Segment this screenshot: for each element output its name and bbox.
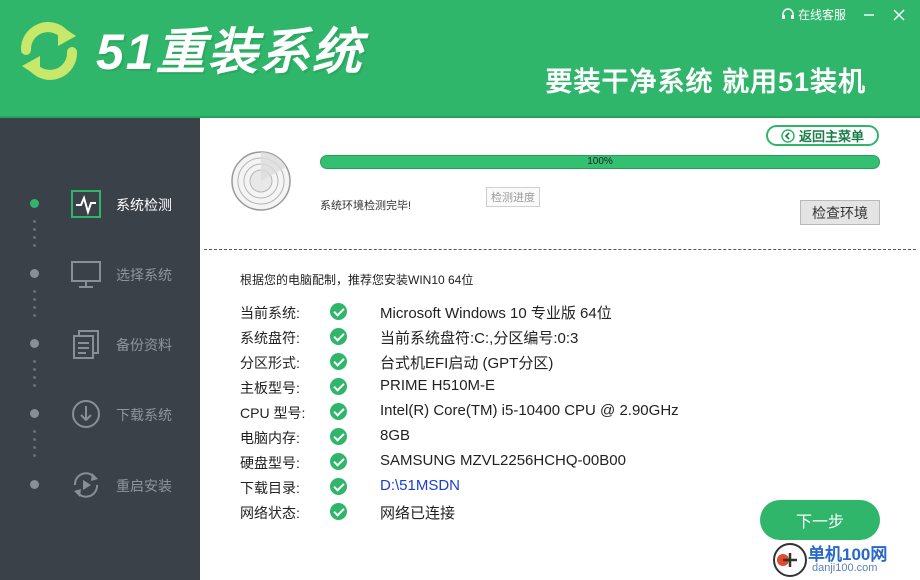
info-row-current-system: 当前系统: Microsoft Windows 10 专业版 64位: [240, 299, 900, 324]
back-to-main-menu-button[interactable]: 返回主菜单: [766, 125, 879, 146]
info-label: CPU 型号:: [240, 405, 306, 421]
info-value: 台式机EFI启动 (GPT分区): [380, 355, 554, 372]
step-connector: [33, 290, 36, 322]
installer-window: 51重装系统 要装干净系统 就用51装机 在线客服 系统检测 选择系统 备份资料…: [0, 0, 920, 580]
detection-progress-bar: 100%: [320, 155, 880, 169]
close-icon: [893, 9, 905, 20]
download-dir-link[interactable]: D:\51MSDN: [380, 477, 460, 494]
step-dot: [30, 409, 39, 418]
step-dot: [30, 269, 39, 278]
check-icon: [330, 453, 347, 470]
info-row-memory: 电脑内存: 8GB: [240, 424, 900, 449]
online-service-button[interactable]: 在线客服: [781, 6, 846, 23]
next-step-button[interactable]: 下一步: [760, 500, 880, 540]
logo-text: 51重装系统: [96, 24, 364, 80]
watermark-url: danji100.com: [812, 562, 878, 574]
check-icon: [330, 353, 347, 370]
info-label: 下载目录:: [240, 480, 300, 496]
info-value: Intel(R) Core(TM) i5-10400 CPU @ 2.90GHz: [380, 402, 679, 419]
minimize-button[interactable]: [862, 8, 876, 22]
check-icon: [330, 378, 347, 395]
info-row-disk: 硬盘型号: SAMSUNG MZVL2256HCHQ-00B00: [240, 449, 900, 474]
check-icon: [330, 328, 347, 345]
info-value: 8GB: [380, 427, 411, 444]
info-label: 网络状态:: [240, 505, 300, 521]
info-row-partition-type: 分区形式: 台式机EFI启动 (GPT分区): [240, 349, 900, 374]
info-row-download-dir: 下载目录: D:\51MSDN: [240, 474, 900, 499]
progress-label: 100%: [587, 156, 613, 167]
info-row-cpu: CPU 型号: Intel(R) Core(TM) i5-10400 CPU @…: [240, 399, 900, 424]
restart-play-icon: [73, 472, 99, 498]
check-icon: [330, 428, 347, 445]
sidebar-item-select-system[interactable]: 选择系统: [0, 254, 200, 294]
sidebar-item-system-check[interactable]: 系统检测: [0, 184, 200, 224]
info-value: 当前系统盘符:C:,分区编号:0:3: [380, 330, 579, 347]
header: 51重装系统 要装干净系统 就用51装机 在线客服: [0, 0, 920, 118]
close-button[interactable]: [892, 8, 906, 22]
monitor-pulse-icon: [71, 190, 101, 218]
check-environment-button[interactable]: 检查环境: [800, 200, 880, 225]
info-label: 当前系统:: [240, 305, 300, 321]
sidebar-item-label: 重启安装: [116, 478, 172, 494]
scan-radar-icon: [231, 151, 291, 211]
watermark-logo-icon: [773, 543, 807, 577]
info-value: PRIME H510M-E: [380, 377, 496, 394]
info-value: 网络已连接: [380, 505, 456, 522]
sidebar-item-backup[interactable]: 备份资料: [0, 324, 200, 364]
info-value: Microsoft Windows 10 专业版 64位: [380, 305, 612, 322]
info-label: 电脑内存:: [240, 430, 300, 446]
check-icon: [330, 478, 347, 495]
back-button-label: 返回主菜单: [798, 129, 864, 144]
sidebar-item-download[interactable]: 下载系统: [0, 394, 200, 434]
info-label: 主板型号:: [240, 380, 300, 396]
sidebar-item-label: 选择系统: [116, 267, 172, 283]
download-icon: [72, 400, 100, 428]
info-row-system-drive: 系统盘符: 当前系统盘符:C:,分区编号:0:3: [240, 324, 900, 349]
check-icon: [330, 403, 347, 420]
step-dot: [30, 480, 39, 489]
step-connector: [33, 220, 36, 252]
check-icon: [330, 303, 347, 320]
info-label: 系统盘符:: [240, 330, 300, 346]
info-label: 分区形式:: [240, 355, 300, 371]
info-row-motherboard: 主板型号: PRIME H510M-E: [240, 374, 900, 399]
slogan: 要装干净系统 就用51装机: [545, 67, 866, 97]
online-service-label: 在线客服: [797, 8, 846, 22]
step-connector: [33, 360, 36, 392]
refresh-arrows-icon: [21, 22, 77, 80]
check-icon: [330, 503, 347, 520]
recommendation-text: 根据您的电脑配制，推荐您安装WIN10 64位: [240, 273, 474, 287]
step-dot: [30, 199, 39, 208]
sidebar-item-label: 系统检测: [116, 197, 172, 213]
step-connector: [33, 430, 36, 462]
minimize-icon: [864, 13, 874, 16]
system-info-list: 当前系统: Microsoft Windows 10 专业版 64位 系统盘符:…: [240, 299, 900, 524]
progress-tooltip: 检测进度: [486, 187, 540, 207]
sidebar-item-restart-install[interactable]: 重启安装: [0, 465, 200, 505]
section-divider: [204, 249, 916, 250]
desktop-icon: [71, 261, 101, 288]
info-label: 硬盘型号:: [240, 455, 300, 471]
status-text: 系统环境检测完毕!: [320, 200, 412, 212]
headset-icon: [781, 7, 794, 19]
window-controls: 在线客服: [781, 6, 906, 23]
sidebar: 系统检测 选择系统 备份资料 下载系统 重启安装: [0, 118, 200, 580]
sidebar-item-label: 备份资料: [116, 337, 172, 353]
step-dot: [30, 339, 39, 348]
documents-icon: [73, 330, 99, 359]
return-arrow-icon: [781, 128, 795, 143]
info-value: SAMSUNG MZVL2256HCHQ-00B00: [380, 452, 626, 469]
sidebar-item-label: 下载系统: [116, 407, 172, 423]
